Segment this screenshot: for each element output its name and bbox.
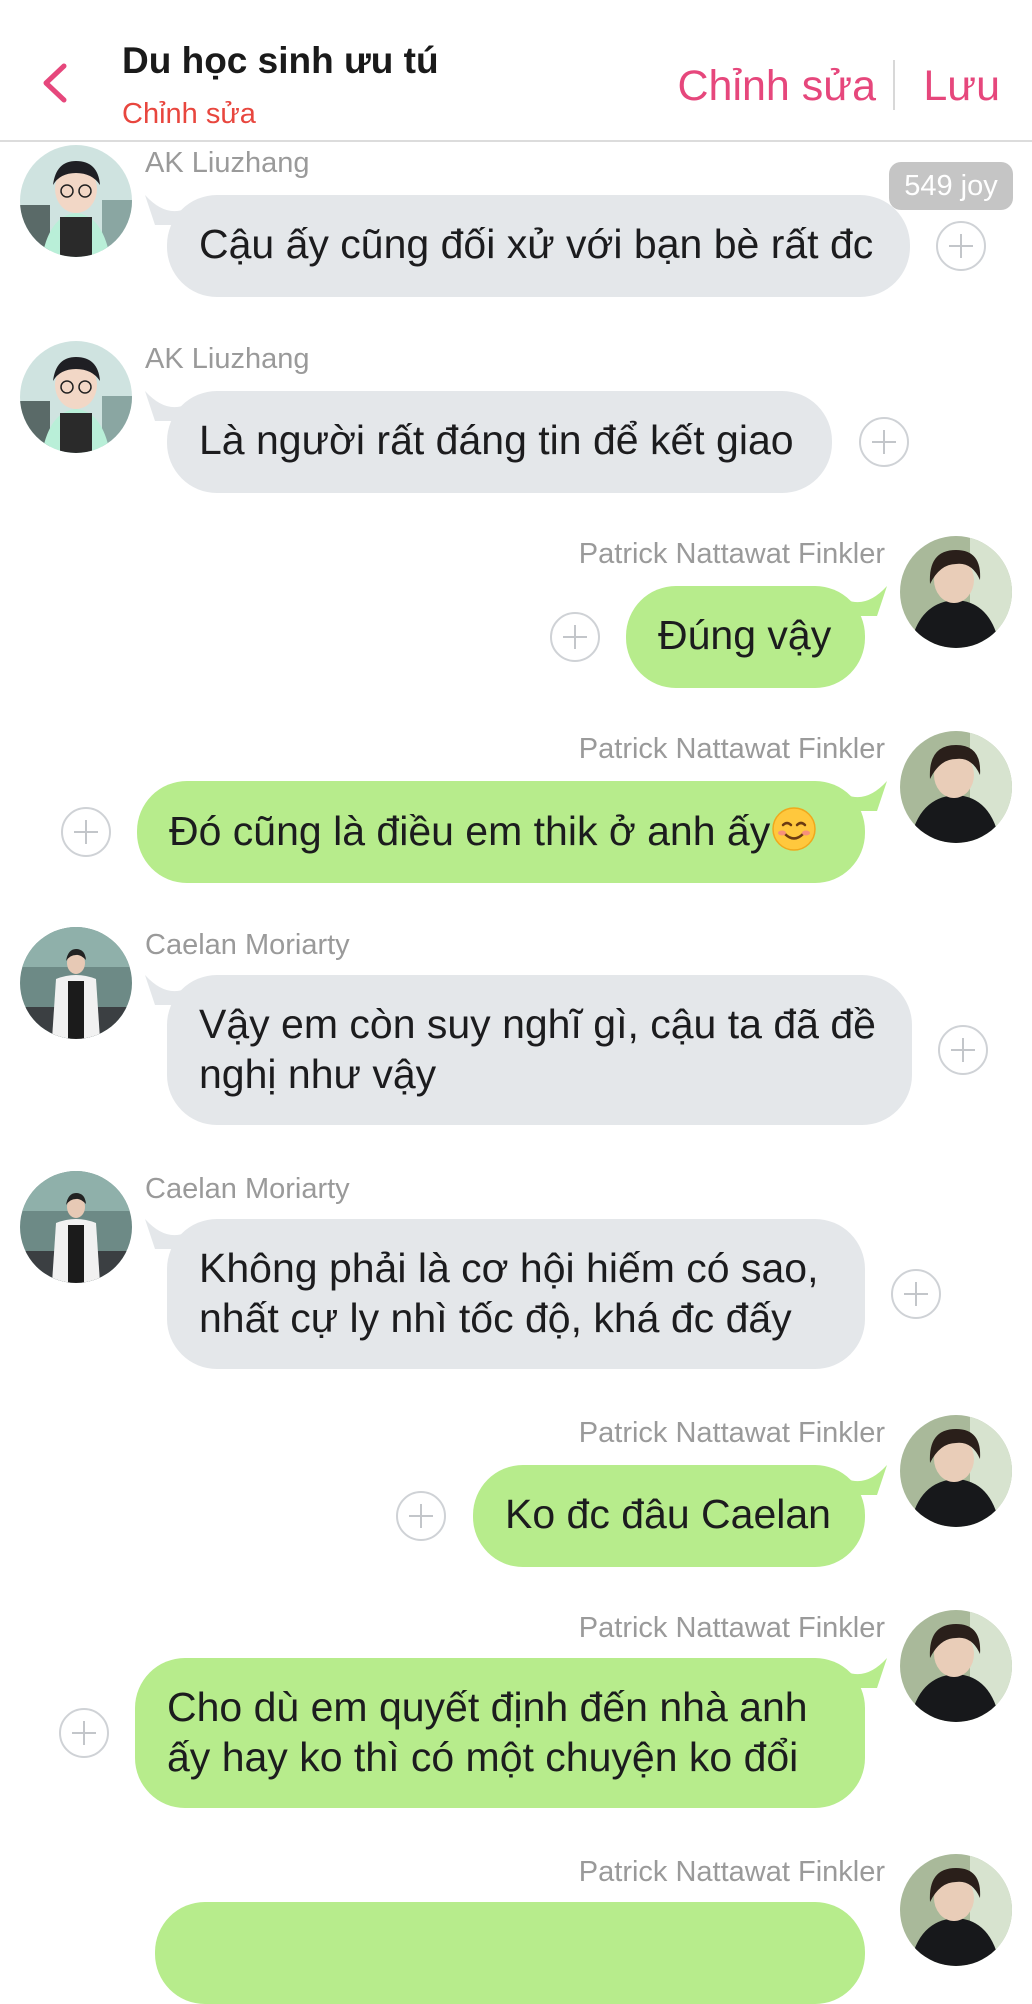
add-reaction-button[interactable] <box>891 1269 941 1319</box>
back-button[interactable] <box>36 58 76 108</box>
chat-subtitle[interactable]: Chỉnh sửa <box>122 98 256 131</box>
avatar-patrick[interactable] <box>900 1854 1012 1966</box>
avatar-ak-liuzhang[interactable] <box>20 145 132 257</box>
message-bubble[interactable]: Không phải là cơ hội hiếm có sao, nhất c… <box>167 1219 865 1369</box>
message-text: Đó cũng là điều em thik ở anh ấy <box>169 808 771 854</box>
message-text-line: Vậy em còn suy nghĩ gì, cậu ta đã đề <box>199 1001 876 1047</box>
avatar-patrick[interactable] <box>900 536 1012 648</box>
add-reaction-button[interactable] <box>396 1491 446 1541</box>
message-row: Patrick Nattawat Finkler Cho dù em quyết… <box>0 1608 1032 1808</box>
message-text-line: Cho dù em quyết định đến nhà anh <box>167 1684 808 1730</box>
message-row: Caelan Moriarty Không phải là cơ hội hiế… <box>0 1169 1032 1369</box>
sender-name: Patrick Nattawat Finkler <box>578 733 885 765</box>
message-bubble[interactable]: Đúng vậy <box>626 586 865 688</box>
message-row: Patrick Nattawat Finkler Đó cũng là điều… <box>0 729 1032 889</box>
message-row: Patrick Nattawat Finkler Đúng vậy <box>0 534 1032 694</box>
message-text: Ko đc đâu Caelan <box>505 1491 831 1537</box>
chat-title: Du học sinh ưu tú <box>122 40 439 81</box>
add-reaction-button[interactable] <box>550 612 600 662</box>
smiling-face-emoji <box>772 807 816 851</box>
message-bubble[interactable] <box>155 1902 865 2004</box>
message-text-line: nghị như vậy <box>199 1051 437 1097</box>
avatar-caelan-moriarty[interactable] <box>20 927 132 1039</box>
message-bubble[interactable]: Ko đc đâu Caelan <box>473 1465 865 1567</box>
message-text-line: ấy hay ko thì có một chuyện ko đổi <box>167 1734 799 1780</box>
add-reaction-button[interactable] <box>59 1708 109 1758</box>
message-bubble[interactable]: Là người rất đáng tin để kết giao <box>167 391 832 493</box>
message-bubble[interactable]: Cậu ấy cũng đối xử với bạn bè rất đc <box>167 195 910 297</box>
sender-name: Patrick Nattawat Finkler <box>578 538 885 570</box>
header-divider <box>893 60 895 110</box>
add-reaction-button[interactable] <box>61 807 111 857</box>
save-button[interactable]: Lưu <box>923 62 1000 111</box>
add-reaction-button[interactable] <box>938 1025 988 1075</box>
avatar-caelan-moriarty[interactable] <box>20 1171 132 1283</box>
message-row: Caelan Moriarty Vậy em còn suy nghĩ gì, … <box>0 925 1032 1125</box>
message-text-line: Không phải là cơ hội hiếm có sao, <box>199 1245 819 1291</box>
avatar-patrick[interactable] <box>900 1415 1012 1527</box>
sender-name: Patrick Nattawat Finkler <box>578 1612 885 1644</box>
joy-badge: 549 joy <box>889 162 1013 210</box>
avatar-patrick[interactable] <box>900 731 1012 843</box>
sender-name: AK Liuzhang <box>145 343 310 375</box>
message-row: AK Liuzhang Là người rất đáng tin để kết… <box>0 339 1032 499</box>
add-reaction-button[interactable] <box>859 417 909 467</box>
message-text-line: nhất cự ly nhì tốc độ, khá đc đấy <box>199 1295 792 1341</box>
message-row: Patrick Nattawat Finkler Ko đc đâu Caela… <box>0 1413 1032 1573</box>
message-bubble[interactable]: Đó cũng là điều em thik ở anh ấy <box>137 781 865 883</box>
message-row: Patrick Nattawat Finkler <box>0 1852 1032 2004</box>
chevron-left-icon <box>43 63 67 103</box>
chat-header: Du học sinh ưu tú Chỉnh sửa Chỉnh sửa Lư… <box>0 0 1032 142</box>
message-text: Đúng vậy <box>658 612 832 658</box>
message-bubble[interactable]: Cho dù em quyết định đến nhà anh ấy hay … <box>135 1658 865 1808</box>
avatar-ak-liuzhang[interactable] <box>20 341 132 453</box>
edit-button[interactable]: Chỉnh sửa <box>678 62 877 111</box>
sender-name: AK Liuzhang <box>145 147 310 179</box>
message-text: Cậu ấy cũng đối xử với bạn bè rất đc <box>199 221 874 267</box>
message-bubble[interactable]: Vậy em còn suy nghĩ gì, cậu ta đã đề ngh… <box>167 975 912 1125</box>
sender-name: Patrick Nattawat Finkler <box>578 1417 885 1449</box>
sender-name: Patrick Nattawat Finkler <box>578 1856 885 1888</box>
sender-name: Caelan Moriarty <box>145 1173 350 1205</box>
message-row: AK Liuzhang Cậu ấy cũng đối xử với bạn b… <box>0 143 1032 303</box>
message-text: Là người rất đáng tin để kết giao <box>199 417 794 463</box>
add-reaction-button[interactable] <box>936 221 986 271</box>
avatar-patrick[interactable] <box>900 1610 1012 1722</box>
sender-name: Caelan Moriarty <box>145 929 350 961</box>
